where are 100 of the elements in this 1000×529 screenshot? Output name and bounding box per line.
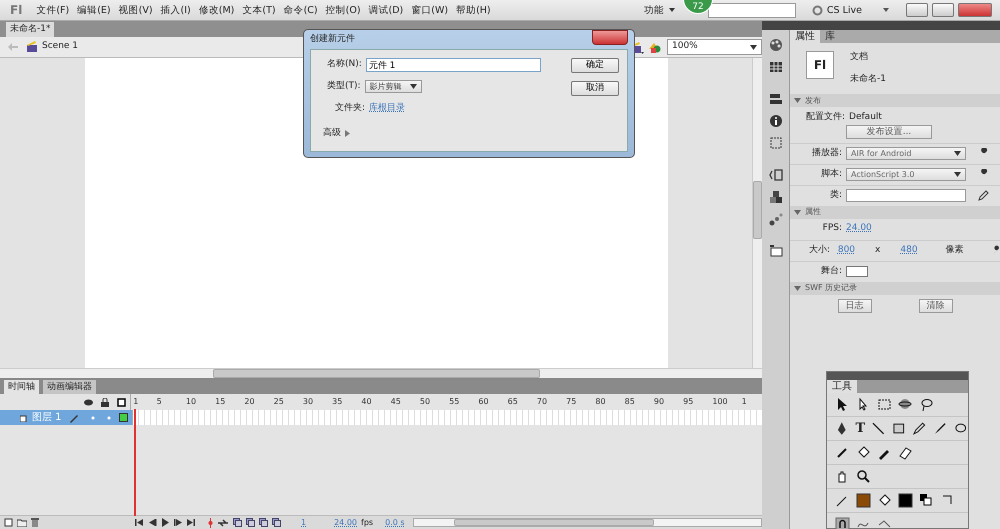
section-header[interactable]: 属性 (790, 206, 1000, 218)
panel-tab[interactable]: 属性 (790, 30, 820, 43)
menu-item[interactable]: 文件(F) (32, 0, 74, 20)
maximize-button[interactable] (932, 3, 954, 17)
rectangle-tool-icon[interactable] (892, 421, 906, 436)
height-value[interactable]: 480 (900, 244, 918, 258)
zoom-dropdown[interactable]: 100% (667, 39, 762, 55)
class-field[interactable] (846, 189, 966, 202)
triangle-icon (345, 130, 350, 138)
menu-item[interactable]: 帮助(H) (452, 0, 495, 20)
transform-icon[interactable] (768, 136, 782, 150)
menu-item[interactable]: 插入(I) (156, 0, 195, 20)
zoom-tool-icon[interactable] (856, 469, 871, 484)
menu-item[interactable]: 窗口(W) (407, 0, 452, 20)
menu-item[interactable]: 命令(C) (280, 0, 322, 20)
stroke-swatch-icon[interactable] (856, 493, 871, 508)
new-layer-icon[interactable] (4, 518, 13, 527)
pencil-icon[interactable] (978, 190, 989, 201)
step-forward-icon[interactable] (174, 518, 183, 527)
pencil-icon[interactable] (912, 421, 927, 436)
project-icon[interactable] (768, 244, 782, 258)
type-dropdown[interactable]: 影片剪辑 (364, 80, 422, 94)
folder-icon[interactable] (17, 518, 27, 527)
line-tool-icon[interactable] (871, 421, 886, 436)
text-tool-icon[interactable]: T (856, 422, 866, 435)
marker-range-icon[interactable] (272, 518, 281, 527)
caret-icon (954, 172, 961, 177)
search-field[interactable] (708, 2, 796, 18)
close-button[interactable] (592, 30, 628, 45)
menu-item[interactable]: 修改(M) (194, 0, 238, 20)
scroll-thumb[interactable] (753, 181, 762, 239)
eraser-icon[interactable] (898, 445, 913, 460)
menu-item[interactable]: 文本(T) (238, 0, 280, 20)
panel-tab[interactable]: 工具 (827, 380, 857, 393)
brush-icon[interactable] (932, 421, 948, 436)
timeline-scrollbar[interactable] (412, 518, 762, 527)
script-dropdown[interactable]: ActionScript 3.0 (846, 168, 966, 181)
folder-link[interactable]: 库根目录 (369, 102, 406, 115)
snap-magnet-icon[interactable] (835, 517, 850, 529)
stage-color-swatch[interactable] (846, 266, 868, 277)
vertical-scrollbar[interactable] (752, 58, 762, 368)
cs-live-label[interactable]: CS Live (822, 0, 866, 20)
shapes-icon[interactable] (648, 40, 663, 54)
player-dropdown[interactable]: AIR for Android (846, 147, 966, 160)
menu-item[interactable]: 调试(D) (364, 0, 408, 20)
layer-icon (20, 414, 28, 422)
minimize-button[interactable] (906, 3, 928, 17)
dialog-button[interactable]: 取消 (571, 81, 619, 96)
caret-icon[interactable] (882, 7, 890, 13)
code-icon[interactable] (768, 168, 782, 182)
color-swatch-icon[interactable] (768, 38, 782, 52)
align-icon[interactable] (768, 92, 782, 106)
onion-outline-icon[interactable] (246, 518, 255, 527)
outline-icon[interactable] (117, 398, 126, 406)
free-transform-icon[interactable] (877, 397, 892, 412)
grid-icon[interactable] (768, 60, 782, 74)
document-tab[interactable]: 未命名-1* (6, 22, 54, 37)
first-frame-icon[interactable] (135, 518, 144, 527)
width-value[interactable]: 800 (838, 244, 856, 258)
scroll-thumb[interactable] (213, 369, 540, 378)
frame-number: 25 (274, 397, 284, 406)
play-icon[interactable] (161, 518, 170, 527)
scroll-thumb[interactable] (454, 519, 654, 526)
eye-icon[interactable] (84, 398, 94, 406)
menu-item[interactable]: 视图(V) (114, 0, 157, 20)
section-header[interactable]: SWF 历史记录 (790, 282, 1000, 294)
horizontal-scrollbar[interactable] (0, 368, 762, 378)
center-frame-icon[interactable] (208, 518, 213, 528)
dialog-button[interactable]: 确定 (571, 58, 619, 73)
default-colors-icon[interactable] (919, 493, 934, 508)
name-field[interactable]: 元件 1 (366, 58, 541, 72)
lock-icon[interactable] (101, 398, 110, 406)
last-frame-icon[interactable] (187, 518, 196, 527)
history-button[interactable]: 日志 (838, 298, 872, 312)
fill-swatch-icon[interactable] (898, 493, 913, 508)
caret-icon[interactable] (668, 7, 676, 13)
dialog-title: 创建新元件 (310, 32, 356, 46)
menu-item[interactable]: 控制(O) (322, 0, 365, 20)
section-header[interactable]: 发布 (790, 94, 1000, 107)
frame-cells[interactable] (133, 410, 762, 425)
motion-presets-icon[interactable] (768, 212, 782, 226)
edit-frames-icon[interactable] (259, 518, 268, 527)
components-icon[interactable] (768, 190, 782, 204)
timeline-tab[interactable]: 动画编辑器 (43, 380, 96, 394)
step-back-icon[interactable] (148, 518, 157, 527)
document-icon: Fl (806, 51, 834, 79)
timeline-tab[interactable]: 时间轴 (4, 380, 39, 394)
onion-skin-icon[interactable] (233, 518, 242, 527)
publish-settings-button[interactable]: 发布设置... (846, 124, 932, 138)
lasso-icon[interactable] (919, 397, 934, 412)
loop-icon[interactable] (217, 518, 229, 526)
menu-item[interactable]: 编辑(E) (73, 0, 115, 20)
trash-icon[interactable] (31, 518, 39, 527)
history-button[interactable]: 清除 (918, 298, 952, 312)
3d-rotation-icon[interactable] (898, 397, 913, 412)
fps-value[interactable]: 24.00 (846, 222, 872, 236)
workspace-menu[interactable]: 功能 (640, 0, 668, 20)
frame-rate[interactable]: 24.00 (334, 516, 357, 528)
advanced-toggle[interactable]: 高级 (323, 127, 571, 140)
info-icon[interactable] (768, 114, 782, 128)
